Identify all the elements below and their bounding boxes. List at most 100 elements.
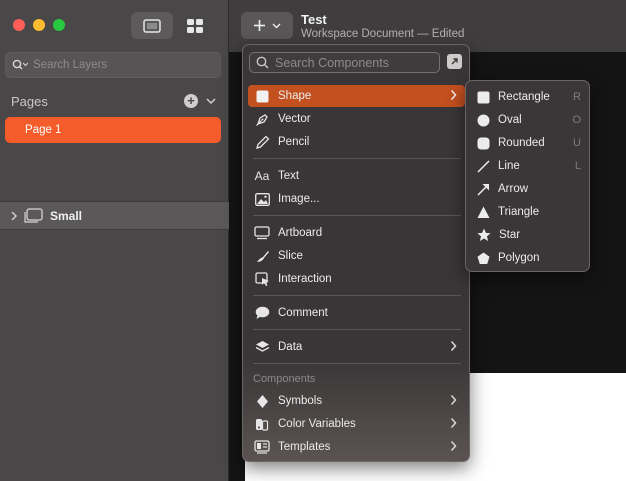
menu-item-label: Symbols	[278, 395, 323, 407]
submenu-item-label: Triangle	[498, 206, 540, 218]
menu-item-text[interactable]: Aa Text	[248, 165, 465, 187]
templates-icon	[254, 440, 270, 454]
search-icon	[256, 56, 269, 69]
submenu-item-label: Rectangle	[498, 91, 550, 103]
shortcut-label: L	[574, 160, 581, 172]
menu-item-label: Artboard	[278, 227, 323, 239]
submenu-item-label: Arrow	[498, 183, 529, 195]
menu-item-shape[interactable]: Shape	[248, 85, 465, 107]
menu-item-symbols[interactable]: Symbols	[248, 390, 465, 412]
component-search-placeholder: Search Components	[275, 55, 389, 70]
submenu-item-label: Star	[499, 229, 521, 241]
menu-item-image[interactable]: Image...	[248, 188, 465, 210]
menu-item-color-variables[interactable]: Color Variables	[248, 413, 465, 435]
menu-item-label: Shape	[278, 90, 312, 102]
oval-icon	[477, 114, 490, 126]
chevron-down-icon[interactable]	[206, 97, 216, 105]
chevron-down-icon	[272, 23, 281, 28]
document-subtitle: Workspace Document — Edited	[301, 28, 465, 40]
interaction-icon	[254, 271, 269, 286]
chevron-right-icon	[450, 395, 457, 405]
submenu-item-label: Line	[498, 160, 520, 172]
grid-view-button[interactable]	[176, 12, 214, 39]
pages-title: Pages	[11, 93, 48, 109]
menu-item-slice[interactable]: Slice	[248, 245, 465, 267]
chevron-right-icon	[450, 90, 457, 100]
zoom-window-button[interactable]	[53, 19, 65, 31]
chevron-right-icon	[450, 441, 457, 451]
rounded-rect-icon	[477, 137, 490, 149]
submenu-item-label: Polygon	[498, 252, 540, 264]
text-icon: Aa	[254, 169, 270, 183]
submenu-item-rounded[interactable]: Rounded U	[471, 132, 585, 154]
comment-icon	[255, 306, 269, 319]
menu-item-templates[interactable]: Templates	[248, 436, 465, 458]
add-page-button[interactable]: +	[184, 94, 198, 108]
insert-menu: Search Components Shape Vector Pencil Aa…	[242, 44, 470, 462]
single-view-button[interactable]	[131, 12, 173, 39]
chevron-right-icon	[450, 341, 457, 351]
shape-icon	[256, 90, 268, 102]
menu-divider	[253, 215, 461, 216]
layer-label: Small	[50, 208, 83, 223]
disclosure-chevron-icon[interactable]	[10, 210, 18, 221]
layer-row[interactable]: Small	[0, 202, 229, 229]
document-title: Test	[301, 12, 327, 27]
shortcut-label: O	[572, 114, 581, 126]
menu-divider	[253, 363, 461, 364]
plus-icon	[254, 20, 265, 31]
submenu-item-rectangle[interactable]: Rectangle R	[471, 86, 585, 108]
menu-item-label: Comment	[278, 307, 328, 319]
pen-icon	[255, 113, 268, 126]
submenu-item-label: Rounded	[498, 137, 545, 149]
shortcut-label: R	[573, 91, 581, 103]
submenu-item-triangle[interactable]: Triangle	[471, 201, 585, 223]
close-window-button[interactable]	[13, 19, 25, 31]
submenu-item-star[interactable]: Star	[471, 224, 585, 246]
sidebar: Search Layers Pages + Page 1 Small	[0, 0, 229, 481]
shortcut-label: U	[573, 137, 581, 149]
menu-item-artboard[interactable]: Artboard	[248, 222, 465, 244]
submenu-item-line[interactable]: Line L	[471, 155, 585, 177]
layer-search-placeholder: Search Layers	[33, 59, 108, 71]
expand-icon	[451, 58, 458, 65]
menu-item-label: Pencil	[278, 136, 310, 148]
rectangle-icon	[477, 91, 490, 103]
grid-view-icon	[187, 18, 203, 33]
menu-item-vector[interactable]: Vector	[248, 108, 465, 130]
menu-item-data[interactable]: Data	[248, 336, 465, 358]
menu-item-label: Image...	[278, 193, 320, 205]
artboard-icon	[24, 207, 43, 223]
submenu-item-arrow[interactable]: Arrow	[471, 178, 585, 200]
insert-button[interactable]	[241, 12, 293, 39]
component-search-input[interactable]: Search Components	[249, 52, 440, 73]
submenu-item-oval[interactable]: Oval O	[471, 109, 585, 131]
divider	[0, 229, 229, 230]
slice-icon	[256, 250, 269, 262]
arrow-icon	[477, 183, 489, 196]
window-controls	[13, 19, 65, 31]
menu-item-label: Slice	[278, 250, 303, 262]
image-icon	[254, 192, 270, 206]
menu-item-label: Text	[278, 170, 300, 182]
menu-item-pencil[interactable]: Pencil	[248, 131, 465, 153]
menu-item-label: Data	[278, 341, 303, 353]
submenu-item-polygon[interactable]: Polygon	[471, 247, 585, 269]
search-options-icon	[12, 59, 28, 70]
menu-item-interaction[interactable]: Interaction	[248, 268, 465, 290]
menu-item-comment[interactable]: Comment	[248, 302, 465, 324]
layer-search-input[interactable]: Search Layers	[5, 52, 221, 78]
layers-icon	[255, 341, 269, 352]
menu-divider	[253, 295, 461, 296]
line-icon	[477, 159, 490, 173]
symbol-icon	[256, 394, 268, 408]
minimize-window-button[interactable]	[33, 19, 45, 31]
shape-submenu: Rectangle R Oval O Rounded U Line L Arro…	[465, 80, 590, 272]
pages-header: Pages +	[11, 92, 216, 110]
expand-button[interactable]	[447, 54, 462, 69]
color-variables-icon	[255, 418, 268, 431]
page-item[interactable]: Page 1	[5, 117, 221, 143]
pencil-icon	[255, 135, 269, 149]
star-icon	[477, 228, 491, 241]
app-window: Search Layers Pages + Page 1 Small Test …	[0, 0, 626, 481]
